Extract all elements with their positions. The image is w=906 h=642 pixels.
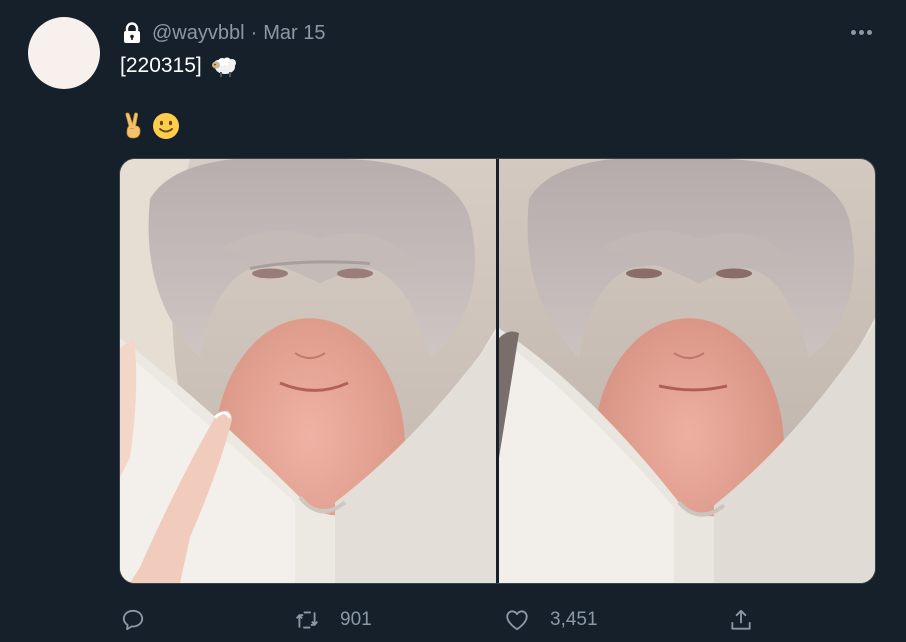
slightly-smiling-face-icon (153, 113, 179, 139)
reply-icon (122, 609, 144, 631)
like-count: 3,451 (550, 609, 598, 630)
share-icon (731, 609, 751, 630)
user-handle[interactable]: @wayvbbl (152, 22, 245, 45)
tweet-text: [220315] (120, 54, 238, 78)
reply-button[interactable] (120, 602, 166, 638)
photo-2[interactable] (499, 159, 875, 583)
ram-icon (211, 57, 236, 77)
more-dot (866, 29, 872, 35)
tweet-date[interactable]: Mar 15 (263, 22, 325, 45)
avatar[interactable] (28, 17, 100, 89)
tweet-actions: 901 3,451 (120, 602, 760, 638)
victory-hand-icon (125, 112, 141, 139)
heart-icon (506, 610, 528, 631)
retweet-button[interactable]: 901 (294, 602, 372, 638)
like-button[interactable]: 3,451 (504, 602, 598, 638)
photo-1-image (120, 159, 496, 583)
more-options-button[interactable] (846, 20, 876, 44)
retweet-count: 901 (340, 609, 372, 630)
photo-1[interactable] (120, 159, 496, 583)
tweet-header: @wayvbbl · Mar 15 (120, 20, 325, 46)
retweet-icon (296, 611, 318, 629)
lock-icon (124, 22, 140, 43)
emoji-line (120, 112, 180, 140)
more-dot (850, 29, 856, 35)
media-grid (119, 158, 876, 584)
photo-2-image (499, 159, 875, 583)
more-dot (858, 29, 864, 35)
separator: · (250, 21, 258, 44)
tweet[interactable]: @wayvbbl · Mar 15 [220315] 901 3,451 (0, 0, 906, 642)
tweet-text-content: [220315] (120, 54, 202, 77)
share-button[interactable] (728, 602, 754, 638)
